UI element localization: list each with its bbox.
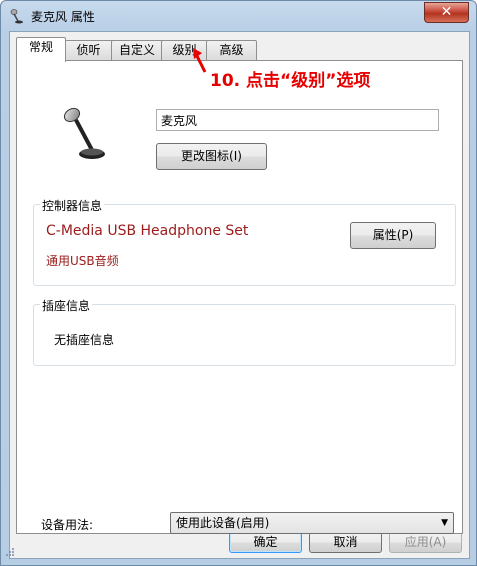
tab-panel-general: 麦克风 更改图标(I) 控制器信息 C-Media USB Headphone … <box>16 60 463 534</box>
tab-listen[interactable]: 侦听 <box>64 40 113 61</box>
apply-button[interactable]: 应用(A) <box>389 532 462 553</box>
device-usage-label: 设备用法: <box>41 518 94 532</box>
controller-type: 通用USB音频 <box>46 254 119 268</box>
jack-info-text: 无插座信息 <box>54 333 115 347</box>
controller-name: C-Media USB Headphone Set <box>46 223 249 239</box>
close-icon: ✕ <box>440 4 453 20</box>
jack-info-group: 插座信息 无插座信息 <box>33 297 456 366</box>
tab-label: 侦听 <box>76 43 101 57</box>
cancel-button[interactable]: 取消 <box>309 532 382 553</box>
tab-label: 自定义 <box>118 43 155 57</box>
change-icon-button[interactable]: 更改图标(I) <box>156 143 267 170</box>
chevron-down-icon: ▼ <box>441 518 448 528</box>
tutorial-annotation: 10. 点击“级别”选项 <box>210 71 371 91</box>
microphone-icon <box>10 9 23 24</box>
tab-general[interactable]: 常规 <box>16 37 66 62</box>
tab-label: 高级 <box>219 43 244 57</box>
ok-button[interactable]: 确定 <box>229 532 302 553</box>
dialog-client: 常规 侦听 自定义 级别 高级 麦克风 更改图标(I) 控制器信息 C-Medi… <box>9 31 470 559</box>
window-title: 麦克风 属性 <box>31 10 95 24</box>
controller-info-group: 控制器信息 C-Media USB Headphone Set 通用USB音频 … <box>33 197 456 286</box>
microphone-device-icon <box>63 107 105 159</box>
annotation-arrow-icon <box>193 48 207 73</box>
device-usage-value: 使用此设备(启用) <box>176 516 270 530</box>
close-button[interactable]: ✕ <box>424 2 469 23</box>
controller-properties-button[interactable]: 属性(P) <box>350 222 436 249</box>
tab-label: 常规 <box>28 40 53 54</box>
device-name-input[interactable]: 麦克风 <box>156 109 439 131</box>
tab-advanced[interactable]: 高级 <box>206 40 257 61</box>
controller-info-label: 控制器信息 <box>40 197 105 214</box>
title-bar[interactable]: 麦克风 属性 ✕ <box>1 1 476 31</box>
resize-grip-icon[interactable] <box>5 547 15 557</box>
jack-info-label: 插座信息 <box>40 297 93 314</box>
device-usage-select[interactable]: 使用此设备(启用) ▼ <box>170 512 454 534</box>
tab-custom[interactable]: 自定义 <box>111 40 163 61</box>
